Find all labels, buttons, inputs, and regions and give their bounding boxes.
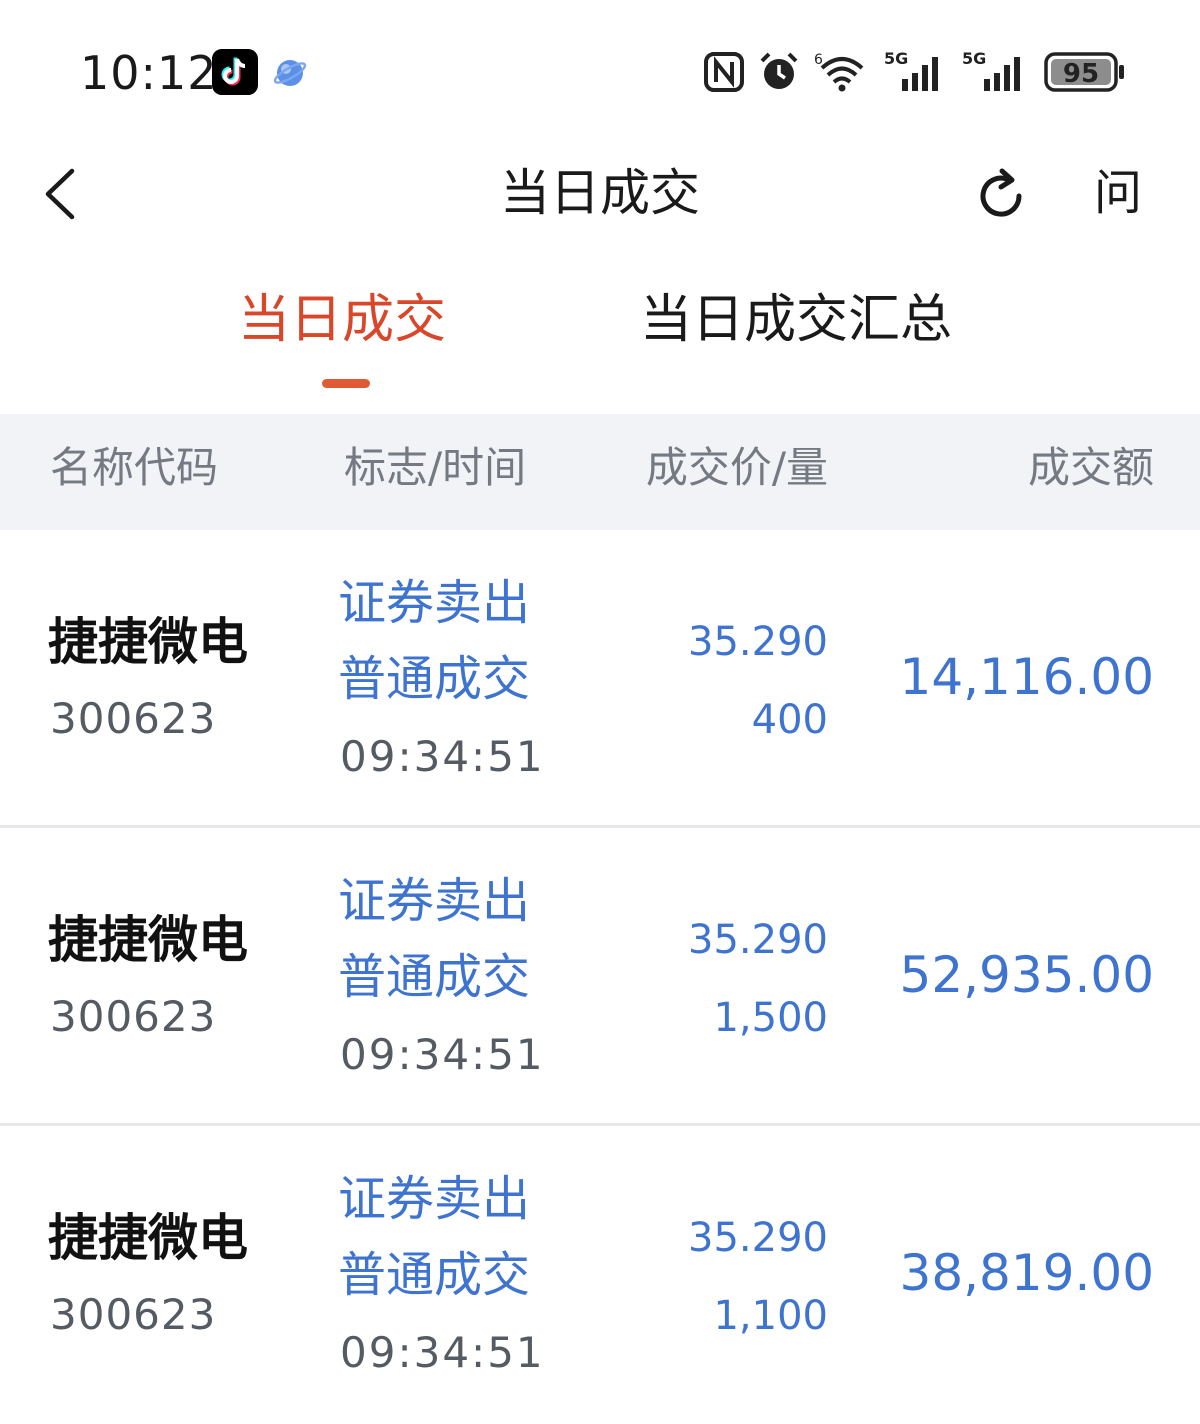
wifi-icon: 6 [814,52,864,92]
signal-icon-2: 5G [962,49,1020,91]
refresh-icon[interactable] [972,167,1030,225]
table-row[interactable]: 捷捷微电 300623 证券卖出 普通成交 09:34:51 35.290 40… [0,530,1200,828]
status-icons: 6 5G 5G 95 [704,44,1126,100]
trade-list: 捷捷微电 300623 证券卖出 普通成交 09:34:51 35.290 40… [0,530,1200,1424]
table-row[interactable]: 捷捷微电 300623 证券卖出 普通成交 09:34:51 35.290 1,… [0,828,1200,1126]
stock-code: 300623 [50,1290,217,1339]
trade-price: 35.290 [688,1215,828,1261]
header-name-code: 名称代码 [50,443,219,492]
trade-price: 35.290 [688,917,828,963]
table-header: 名称代码 标志/时间 成交价/量 成交额 [0,414,1200,530]
status-bar: 10:12 6 5G 5G 95 [0,0,1200,145]
active-tab-indicator [322,379,370,388]
status-time: 10:12 [80,46,218,100]
trade-quantity: 400 [751,697,828,743]
alarm-icon [760,52,798,89]
trade-amount: 52,935.00 [899,946,1154,1004]
trade-time: 09:34:51 [340,732,545,781]
wifi-label: 6 [814,52,823,68]
stock-code: 300623 [50,992,217,1041]
trade-type: 普通成交 [338,1247,531,1303]
tiktok-icon [212,49,258,95]
nfc-icon [704,52,744,92]
trade-quantity: 1,500 [713,995,828,1041]
tab-daily-trades-summary[interactable]: 当日成交汇总 [640,288,952,352]
trade-direction: 证券卖出 [338,575,531,631]
svg-text:5G: 5G [884,49,908,68]
tab-bar: 当日成交 当日成交汇总 [0,270,1200,400]
header-amount: 成交额 [1027,443,1154,492]
trade-amount: 14,116.00 [899,648,1154,706]
stock-name: 捷捷微电 [48,1209,248,1267]
stock-code: 300623 [50,694,217,743]
trade-amount: 38,819.00 [899,1244,1154,1302]
nav-bar: 当日成交 问 [0,145,1200,245]
stock-name: 捷捷微电 [48,911,248,969]
trade-price: 35.290 [688,619,828,665]
header-price-qty: 成交价/量 [645,443,828,492]
trade-type: 普通成交 [338,651,531,707]
trade-time: 09:34:51 [340,1328,545,1377]
browser-icon [273,60,307,86]
trade-type: 普通成交 [338,949,531,1005]
trade-direction: 证券卖出 [338,873,531,929]
stock-name: 捷捷微电 [48,613,248,671]
ask-button[interactable]: 问 [1094,161,1142,225]
trade-quantity: 1,100 [713,1293,828,1339]
trade-direction: 证券卖出 [338,1171,531,1227]
battery-level: 95 [1063,59,1099,89]
header-flag-time: 标志/时间 [344,443,527,492]
tab-daily-trades[interactable]: 当日成交 [238,288,446,352]
svg-text:5G: 5G [962,49,986,68]
trade-time: 09:34:51 [340,1030,545,1079]
battery-icon: 95 [1044,52,1124,92]
table-row[interactable]: 捷捷微电 300623 证券卖出 普通成交 09:34:51 35.290 1,… [0,1126,1200,1424]
signal-icon: 5G [884,49,938,91]
